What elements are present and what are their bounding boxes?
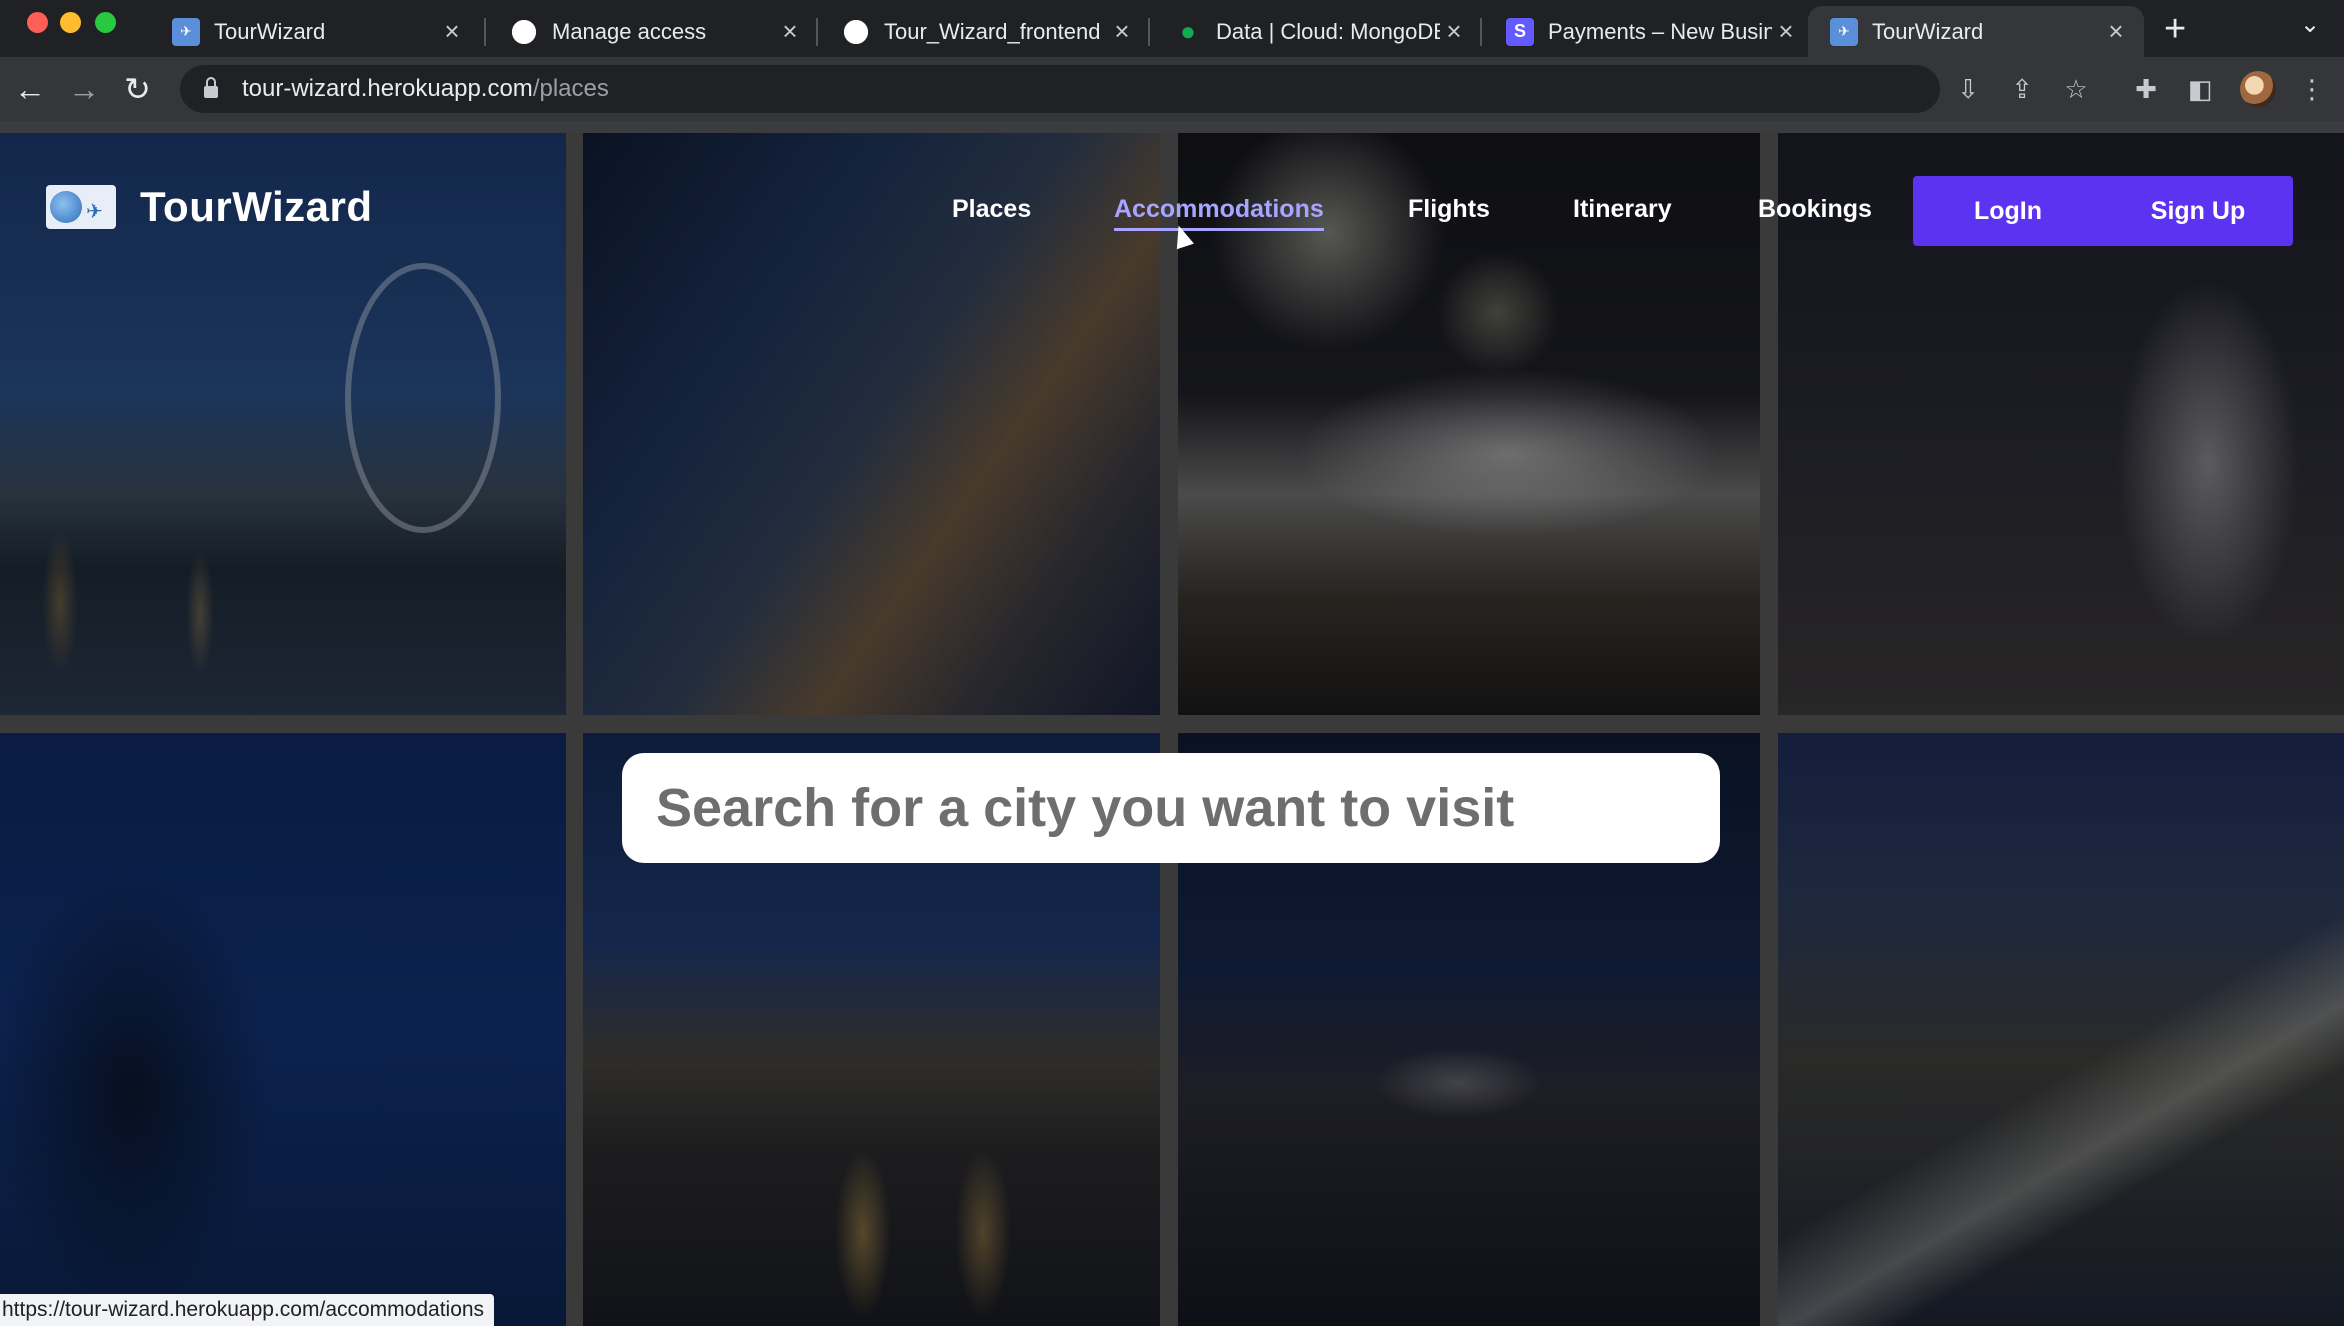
globe-icon — [50, 191, 82, 223]
login-button[interactable]: LogIn — [1913, 176, 2103, 246]
tab-title: Payments – New Business — [1548, 18, 1772, 44]
url-path: /places — [532, 75, 609, 102]
city-photo-canal — [583, 133, 1160, 715]
browser-tab-manage-access[interactable]: Manage access × — [488, 6, 818, 57]
chevron-down-icon[interactable]: ⌄ — [2300, 10, 2320, 39]
close-icon[interactable]: × — [1108, 16, 1136, 47]
close-window-button[interactable] — [27, 12, 48, 33]
city-search-input[interactable] — [656, 777, 1720, 839]
nav-places[interactable]: Places — [952, 195, 1031, 224]
tab-title: Tour_Wizard_frontend — [884, 18, 1101, 44]
more-menu-icon[interactable]: ⋮ — [2298, 75, 2326, 103]
browser-tab-tourwizard-active[interactable]: ✈ TourWizard × — [1808, 6, 2144, 57]
github-icon — [510, 18, 538, 46]
tourwizard-logo-icon: ✈ — [46, 185, 116, 229]
forward-arrow-icon[interactable]: → — [68, 69, 100, 109]
browser-tab-strip: ✈ TourWizard × Manage access × Tour_Wiza… — [0, 0, 2344, 57]
tab-title: TourWizard — [1872, 18, 1984, 44]
tab-divider — [1148, 18, 1150, 46]
install-app-icon[interactable]: ⇩ — [1954, 75, 1982, 103]
stripe-icon: S — [1506, 17, 1534, 46]
tab-title: TourWizard — [214, 18, 326, 44]
auth-buttons: LogIn Sign Up — [1913, 176, 2293, 246]
signup-button[interactable]: Sign Up — [2103, 176, 2293, 246]
url-host: tour-wizard.herokuapp.com — [242, 75, 533, 102]
browser-tab-mongodb[interactable]: ● Data | Cloud: MongoDB × — [1152, 6, 1482, 57]
share-icon[interactable]: ⇪ — [2008, 75, 2036, 103]
close-icon[interactable]: × — [1772, 16, 1800, 47]
plane-icon: ✈ — [86, 201, 103, 223]
github-icon — [842, 18, 870, 46]
tourwizard-icon: ✈ — [1830, 17, 1858, 46]
tab-divider — [816, 18, 818, 46]
city-photo-riverfront — [1778, 733, 2344, 1326]
side-panel-icon[interactable]: ◧ — [2186, 75, 2214, 103]
mongodb-leaf-icon: ● — [1180, 16, 1196, 46]
city-search-box[interactable] — [622, 753, 1720, 863]
brand-logo-link[interactable]: ✈ TourWizard — [46, 183, 373, 231]
browser-toolbar: ← → ↻ tour-wizard.herokuapp.com/places ⇩… — [0, 57, 2344, 121]
minimize-window-button[interactable] — [60, 12, 81, 33]
tourwizard-icon: ✈ — [172, 17, 200, 46]
brand-name: TourWizard — [140, 183, 373, 230]
ferris-wheel — [345, 263, 501, 533]
tab-title: Manage access — [552, 18, 707, 44]
lock-icon[interactable] — [204, 77, 218, 98]
close-icon[interactable]: × — [2102, 16, 2130, 47]
nav-bookings[interactable]: Bookings — [1758, 195, 1872, 224]
close-icon[interactable]: × — [776, 16, 804, 47]
close-icon[interactable]: × — [1440, 16, 1468, 47]
browser-tab-tour-wizard-frontend[interactable]: Tour_Wizard_frontend × — [820, 6, 1150, 57]
city-photo-paris — [0, 733, 566, 1326]
maximize-window-button[interactable] — [95, 12, 116, 33]
tab-title: Data | Cloud: MongoDB — [1216, 18, 1440, 44]
tab-divider — [1480, 18, 1482, 46]
nav-accommodations[interactable]: Accommodations — [1114, 195, 1324, 231]
reload-icon[interactable]: ↻ — [124, 69, 151, 109]
browser-tab-payments[interactable]: S Payments – New Business × — [1484, 6, 1814, 57]
browser-tab-tourwizard-1[interactable]: ✈ TourWizard × — [150, 6, 480, 57]
link-status-bar: https://tour-wizard.herokuapp.com/accomm… — [0, 1294, 495, 1326]
toolbar-divider — [0, 121, 2344, 133]
page-viewport: ✈ TourWizard Places Accommodations Fligh… — [0, 133, 2344, 1326]
nav-flights[interactable]: Flights — [1408, 195, 1490, 224]
star-icon[interactable]: ☆ — [2062, 75, 2090, 103]
profile-avatar[interactable] — [2240, 71, 2276, 107]
tab-divider — [484, 18, 486, 46]
nav-itinerary[interactable]: Itinerary — [1573, 195, 1672, 224]
extensions-icon[interactable]: ✚ — [2132, 75, 2160, 103]
back-arrow-icon[interactable]: ← — [14, 69, 46, 109]
close-icon[interactable]: × — [438, 16, 466, 47]
new-tab-button[interactable]: + — [2164, 8, 2186, 51]
address-bar[interactable]: tour-wizard.herokuapp.com/places — [180, 65, 1940, 113]
